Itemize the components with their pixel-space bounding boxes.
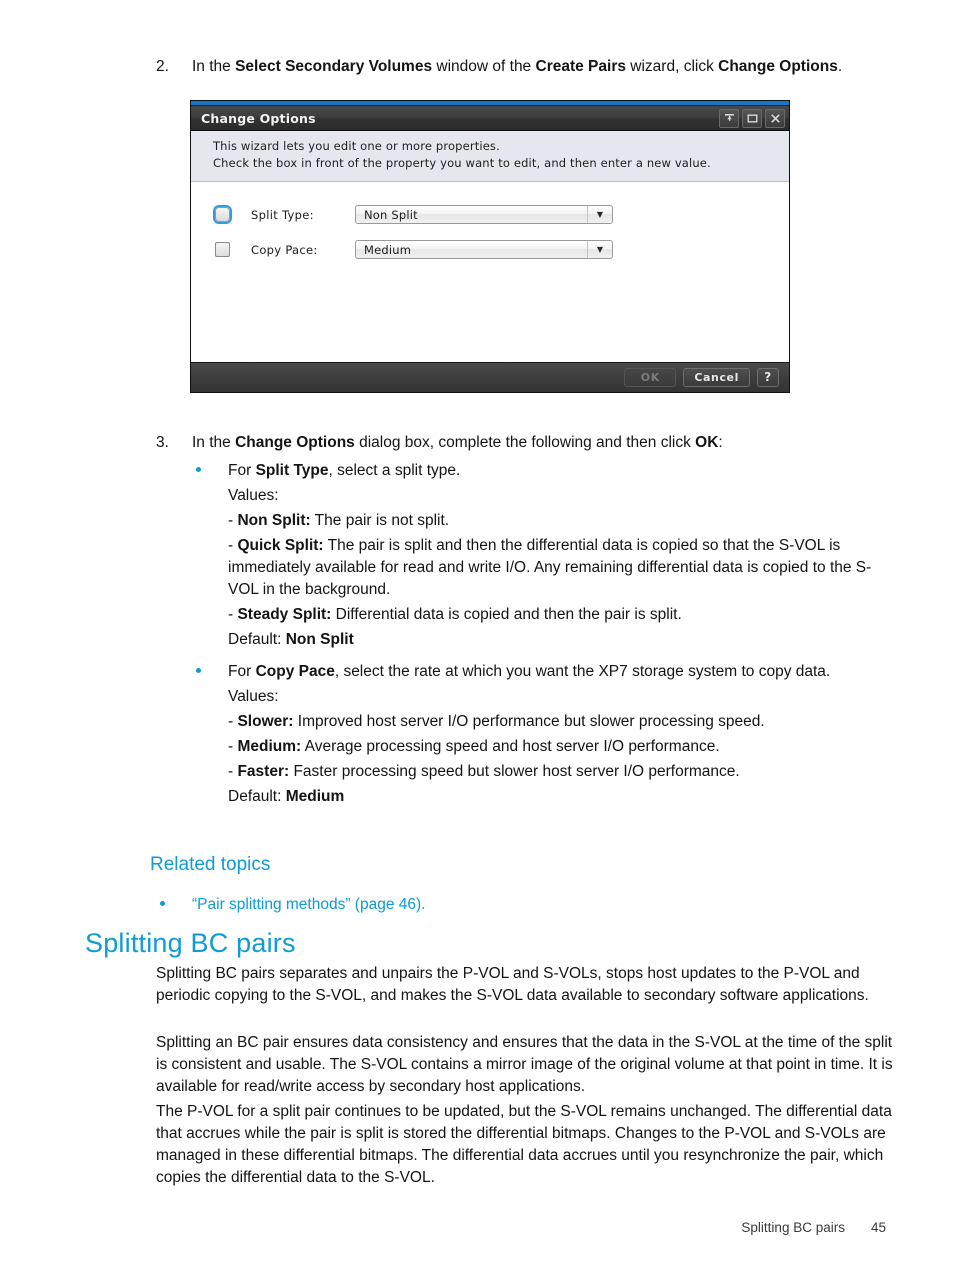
bullet-split-type-lead: For Split Type, select a split type. [228, 460, 901, 482]
dialog-body: Split Type: Non Split ▼ Copy Pace: Mediu… [191, 181, 789, 362]
step-3-lead-d: : [718, 434, 723, 451]
step-3-term-change-options: Change Options [235, 434, 355, 451]
value-term: Quick Split: [237, 537, 324, 554]
bullet-1-term: Copy Pace [255, 663, 335, 680]
bullet-icon [156, 894, 192, 916]
default-label: Default: [228, 788, 286, 805]
term-change-options: Change Options [718, 58, 838, 75]
step-3-content: In the Change Options dialog box, comple… [192, 432, 901, 808]
default-value: Medium [285, 788, 345, 805]
close-icon[interactable] [765, 108, 785, 128]
values-label: Values: [228, 688, 279, 705]
pin-icon[interactable] [719, 108, 739, 128]
bullet-0-lead-a: For [228, 462, 256, 479]
dialog-description-line-2: Check the box in front of the property y… [213, 156, 711, 171]
related-topics-heading: Related topics [150, 854, 271, 875]
document-page: 2. In the Select Secondary Volumes windo… [0, 0, 954, 1271]
value-entry: - Slower: Improved host server I/O perfo… [228, 711, 901, 733]
footer-chapter: Splitting BC pairs [741, 1220, 845, 1235]
split-type-label: Split Type: [251, 207, 314, 222]
value-entry: - Steady Split: Differential data is cop… [228, 604, 901, 626]
value-entry: - Quick Split: The pair is split and the… [228, 535, 901, 601]
dialog-description-line-1: This wizard lets you edit one or more pr… [213, 139, 500, 153]
step-3-term-ok: OK [695, 434, 719, 451]
value-term: Steady Split: [237, 606, 332, 623]
value-entry: - Faster: Faster processing speed but sl… [228, 761, 901, 783]
split-type-checkbox[interactable] [215, 207, 230, 222]
bullet-0-lead-c: , select a split type. [328, 462, 461, 479]
dialog-window-buttons [719, 108, 785, 128]
related-topics-list: “Pair splitting methods” (page 46). [156, 894, 756, 916]
term-select-secondary-volumes: Select Secondary Volumes [235, 58, 433, 75]
bullet-icon [192, 460, 228, 482]
value-desc: The pair is split and then the different… [228, 537, 872, 598]
step-3-lead-a: In the [192, 434, 236, 451]
step-3-lead-c: dialog box, complete the following and t… [354, 434, 696, 451]
value-desc: Average processing speed and host server… [301, 738, 720, 755]
bullet-1-lead-a: For [228, 663, 256, 680]
value-entry: - Non Split: The pair is not split. [228, 510, 901, 532]
copy-pace-value: Medium [364, 242, 412, 257]
default-line: Default: Medium [228, 786, 901, 808]
value-term: Faster: [237, 763, 290, 780]
step-3: 3. In the Change Options dialog box, com… [156, 432, 901, 808]
link-pair-splitting-methods[interactable]: “Pair splitting methods” (page 46) [192, 896, 421, 913]
step-2-text: In the Select Secondary Volumes window o… [192, 58, 843, 75]
split-type-dropdown[interactable]: Non Split ▼ [355, 205, 613, 224]
maximize-icon[interactable] [742, 108, 762, 128]
value-desc: The pair is not split. [310, 512, 450, 529]
page-title: Splitting BC pairs [85, 928, 296, 958]
footer-page-number: 45 [870, 1220, 886, 1235]
dialog-footer: OK Cancel ? [191, 361, 789, 392]
value-desc: Faster processing speed but slower host … [289, 763, 740, 780]
section-paragraph: The P-VOL for a split pair continues to … [156, 1103, 892, 1186]
field-row-copy-pace: Copy Pace: Medium ▼ [191, 235, 789, 265]
dialog-title: Change Options [201, 110, 316, 126]
split-type-value: Non Split [364, 207, 418, 222]
dialog-description: This wizard lets you edit one or more pr… [191, 131, 789, 182]
step-2: 2. In the Select Secondary Volumes windo… [156, 56, 896, 78]
copy-pace-dropdown[interactable]: Medium ▼ [355, 240, 613, 259]
link-suffix: . [421, 896, 426, 913]
bullet-icon [192, 661, 228, 683]
default-value: Non Split [285, 631, 354, 648]
bullet-copy-pace-lead: For Copy Pace, select the rate at which … [228, 661, 901, 683]
value-term: Medium: [237, 738, 302, 755]
bullet-split-type: For Split Type, select a split type. Val… [228, 460, 901, 651]
page-footer: Splitting BC pairs 45 [741, 1220, 886, 1235]
bullet-copy-pace: For Copy Pace, select the rate at which … [228, 661, 901, 808]
bullet-0-term: Split Type [255, 462, 329, 479]
copy-pace-label: Copy Pace: [251, 242, 318, 257]
chevron-down-icon: ▼ [587, 241, 612, 258]
list-item: “Pair splitting methods” (page 46). [192, 894, 756, 916]
section-paragraph: Splitting BC pairs separates and unpairs… [156, 965, 869, 1004]
values-label: Values: [228, 487, 279, 504]
value-term: Non Split: [237, 512, 311, 529]
help-button[interactable]: ? [757, 367, 779, 387]
field-row-split-type: Split Type: Non Split ▼ [191, 200, 789, 230]
term-create-pairs: Create Pairs [535, 58, 626, 75]
dialog-titlebar: Change Options [191, 106, 789, 131]
copy-pace-checkbox[interactable] [215, 242, 230, 257]
step-2-number: 2. [156, 58, 169, 75]
value-desc: Differential data is copied and then the… [331, 606, 682, 623]
change-options-dialog: Change Options This wizard lets you edit… [191, 101, 789, 392]
bullet-1-lead-c: , select the rate at which you want the … [334, 663, 831, 680]
section-paragraph: Splitting an BC pair ensures data consis… [156, 1034, 893, 1095]
default-label: Default: [228, 631, 286, 648]
cancel-button[interactable]: Cancel [683, 367, 750, 387]
value-entry: - Medium: Average processing speed and h… [228, 736, 901, 758]
step-3-lead: In the Change Options dialog box, comple… [192, 432, 901, 454]
default-line: Default: Non Split [228, 629, 901, 651]
value-term: Slower: [237, 713, 294, 730]
list-item: For Split Type, select a split type. Val… [192, 460, 901, 651]
ok-button[interactable]: OK [624, 367, 677, 387]
list-item: For Copy Pace, select the rate at which … [192, 661, 901, 808]
chevron-down-icon: ▼ [587, 206, 612, 223]
value-desc: Improved host server I/O performance but… [293, 713, 765, 730]
step-3-number: 3. [156, 434, 169, 451]
